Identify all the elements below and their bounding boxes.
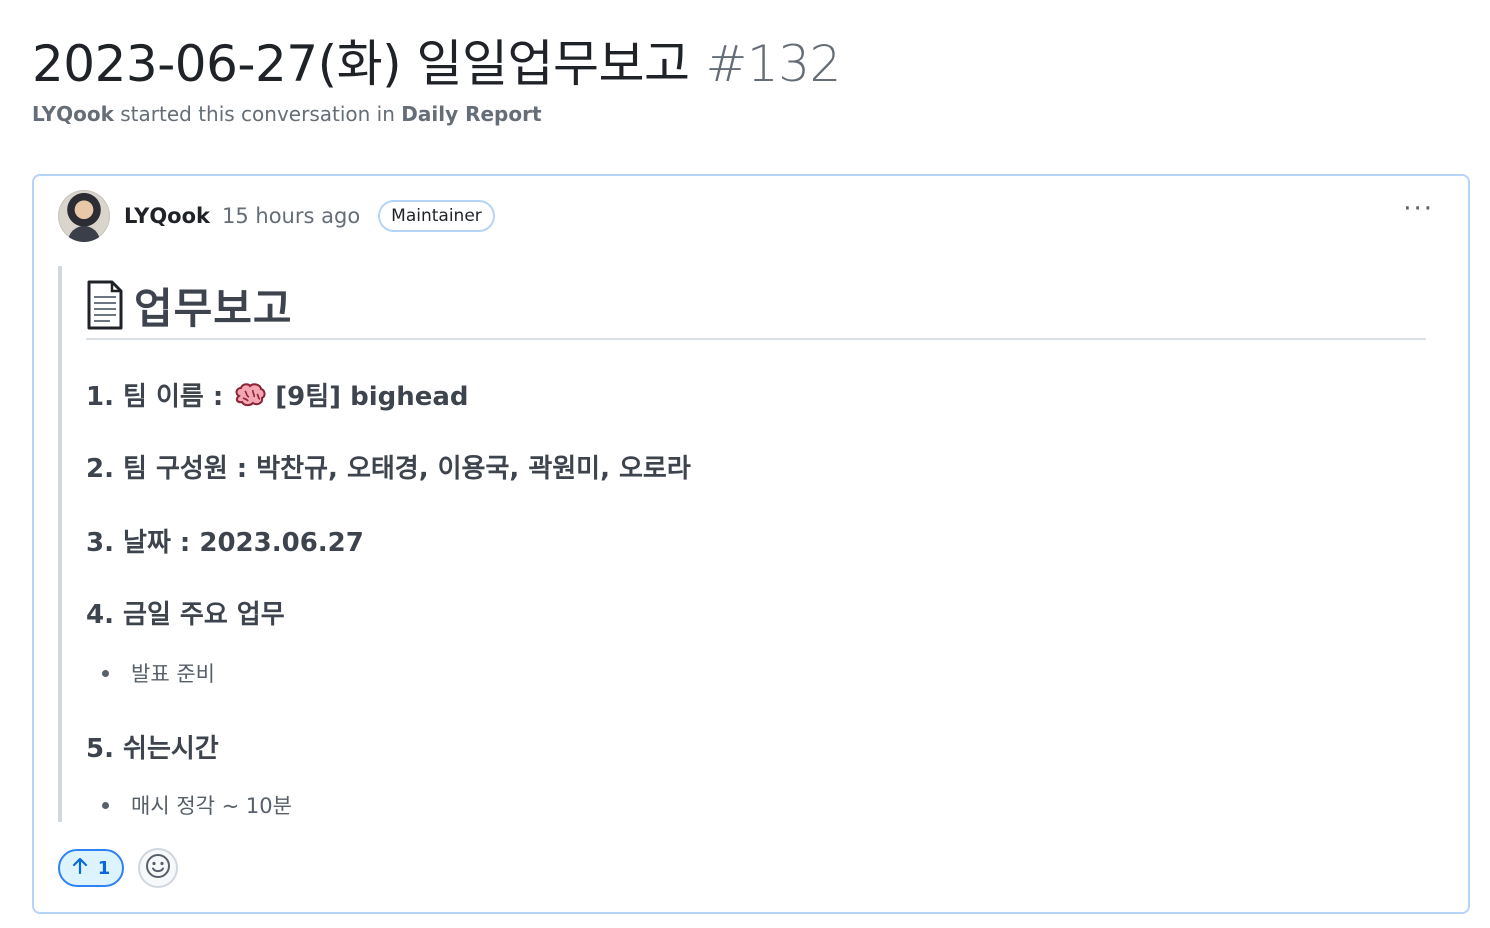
bullet-icon bbox=[102, 669, 109, 677]
maintainer-badge: Maintainer bbox=[378, 200, 495, 232]
post-timestamp[interactable]: 15 hours ago bbox=[222, 204, 360, 228]
category-link[interactable]: Daily Report bbox=[401, 102, 541, 126]
post-body: 업무보고 1. 팀 이름 : [9팀] bighead 2. 팀 구성원 : 박… bbox=[58, 266, 1428, 822]
item-team-name: 1. 팀 이름 : [9팀] bighead bbox=[86, 376, 469, 413]
list-item: 매시 정각 ~ 10분 bbox=[102, 790, 292, 820]
report-heading-text: 업무보고 bbox=[134, 283, 293, 333]
discussion-post-card: LYQook 15 hours ago Maintainer ··· 업무보고 … bbox=[32, 174, 1470, 914]
list-item-text: 매시 정각 ~ 10분 bbox=[131, 794, 292, 818]
list-item: 발표 준비 bbox=[102, 658, 215, 688]
upvote-button[interactable]: 1 bbox=[58, 849, 124, 887]
reactions-bar: 1 bbox=[58, 848, 178, 888]
item-main-tasks: 4. 금일 주요 업무 bbox=[86, 594, 285, 631]
brain-icon bbox=[233, 382, 267, 408]
smiley-icon bbox=[145, 853, 171, 883]
started-text: started this conversation in bbox=[120, 102, 395, 126]
add-reaction-button[interactable] bbox=[138, 848, 178, 888]
item-label: 1. 팀 이름 : bbox=[86, 382, 224, 412]
avatar[interactable] bbox=[58, 190, 110, 242]
discussion-title-row: 2023-06-27(화) 일일업무보고 #132 bbox=[32, 24, 841, 93]
page-facing-up-icon bbox=[86, 280, 124, 330]
discussion-number: #132 bbox=[705, 35, 841, 93]
item-break-time: 5. 쉬는시간 bbox=[86, 728, 219, 765]
starter-link[interactable]: LYQook bbox=[32, 102, 114, 126]
post-header: LYQook 15 hours ago Maintainer bbox=[58, 188, 495, 244]
kebab-menu-icon[interactable]: ··· bbox=[1403, 196, 1434, 222]
upvote-count: 1 bbox=[97, 857, 111, 879]
post-author[interactable]: LYQook bbox=[124, 204, 210, 228]
item-label: 5. 쉬는시간 bbox=[86, 734, 219, 764]
discussion-meta: LYQook started this conversation in Dail… bbox=[32, 102, 542, 126]
item-label: 3. 날짜 : 2023.06.27 bbox=[86, 528, 364, 558]
report-heading: 업무보고 bbox=[86, 272, 1426, 340]
discussion-title: 2023-06-27(화) 일일업무보고 bbox=[32, 35, 690, 93]
item-date: 3. 날짜 : 2023.06.27 bbox=[86, 522, 364, 559]
arrow-up-icon bbox=[72, 856, 88, 880]
bullet-icon bbox=[102, 801, 109, 809]
item-label: 2. 팀 구성원 : 박찬규, 오태경, 이용국, 곽원미, 오로라 bbox=[86, 454, 691, 484]
list-item-text: 발표 준비 bbox=[131, 662, 215, 686]
item-team-members: 2. 팀 구성원 : 박찬규, 오태경, 이용국, 곽원미, 오로라 bbox=[86, 448, 691, 485]
item-value: [9팀] bighead bbox=[275, 382, 469, 412]
item-label: 4. 금일 주요 업무 bbox=[86, 600, 285, 630]
